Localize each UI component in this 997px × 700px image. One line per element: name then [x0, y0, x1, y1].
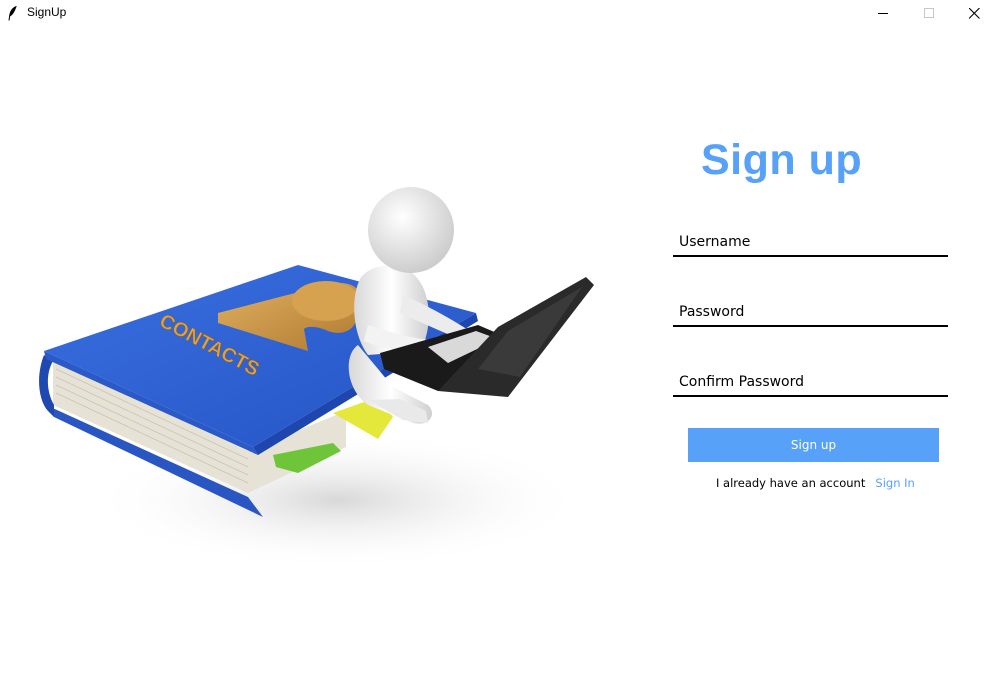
window-title: SignUp [27, 5, 67, 19]
password-field-group [673, 298, 948, 328]
signup-window: SignUp CONTACTS Sign up Username Passwor… [0, 0, 997, 700]
signup-button[interactable]: Sign up [688, 428, 939, 462]
confirm-password-underline [673, 395, 948, 397]
close-icon [969, 8, 980, 19]
password-underline [673, 325, 948, 327]
contacts-book-illustration: CONTACTS [39, 187, 594, 570]
feather-icon [8, 6, 17, 21]
confirm-password-input[interactable] [673, 368, 948, 396]
maximize-icon [924, 8, 934, 18]
signin-link[interactable]: Sign In [875, 476, 914, 490]
page-title: Sign up [701, 136, 863, 184]
username-field-group [673, 228, 948, 258]
username-underline [673, 255, 948, 257]
signin-prompt: I already have an account Sign In [716, 472, 915, 490]
username-input[interactable] [673, 228, 948, 256]
confirm-password-field-group [673, 368, 948, 398]
password-input[interactable] [673, 298, 948, 326]
close-button[interactable] [952, 0, 997, 27]
maximize-button[interactable] [907, 0, 953, 27]
account-prompt-text: I already have an account [716, 476, 866, 490]
minimize-button[interactable] [861, 0, 907, 27]
title-bar: SignUp [0, 0, 997, 27]
minimize-icon [878, 13, 888, 14]
